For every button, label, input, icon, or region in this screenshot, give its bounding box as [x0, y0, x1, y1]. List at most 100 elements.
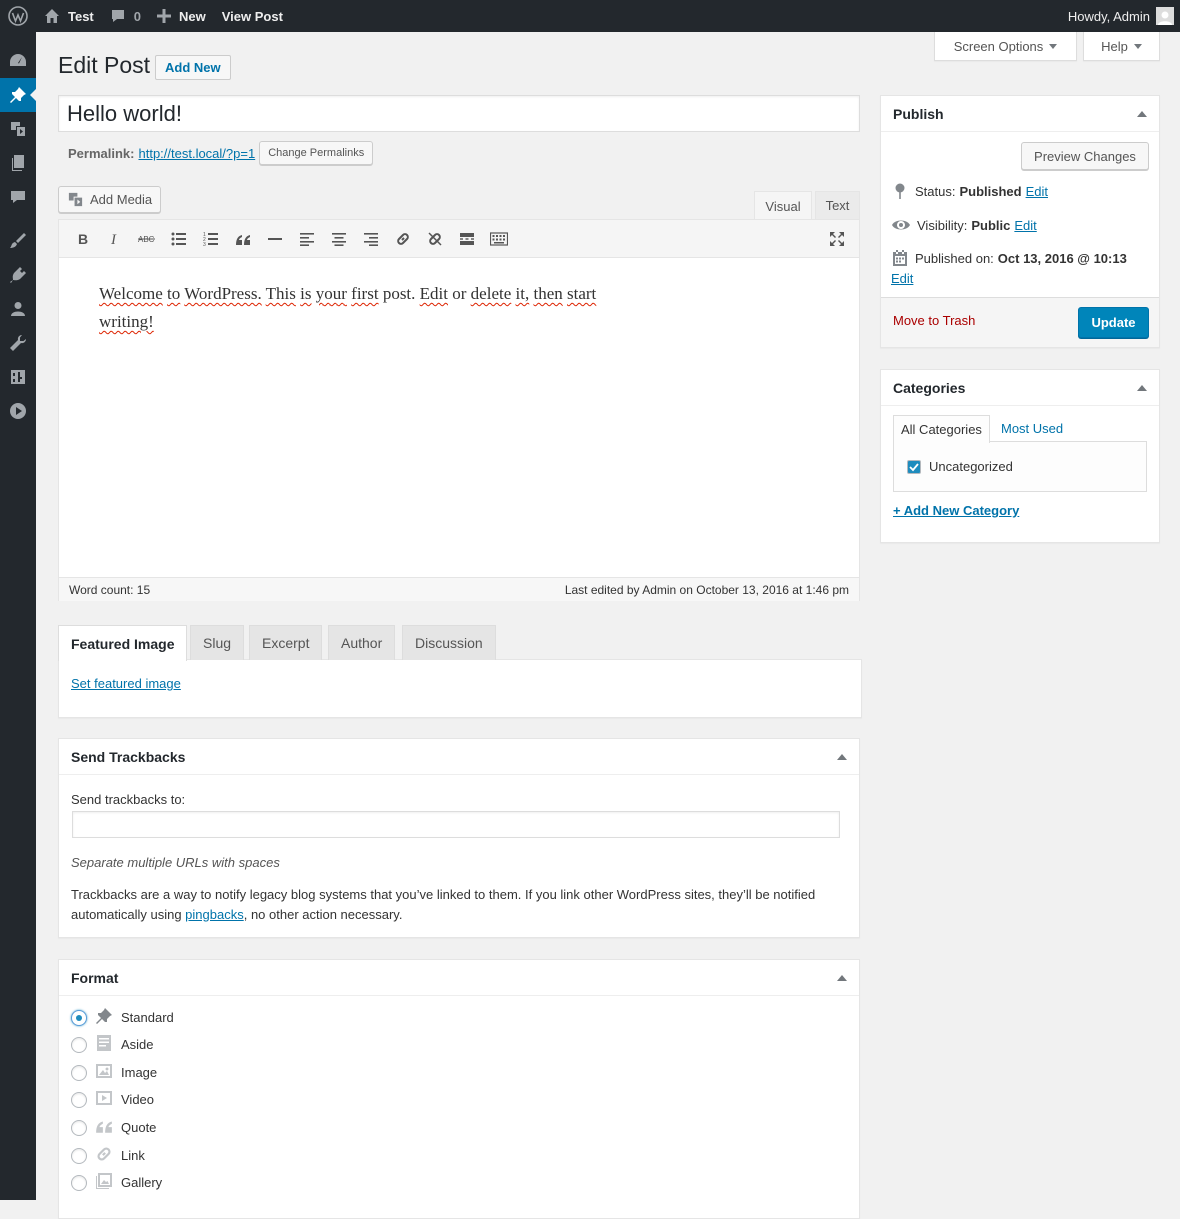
tab-slug[interactable]: Slug	[190, 625, 245, 660]
read-more-button[interactable]	[451, 224, 483, 254]
menu-posts[interactable]	[0, 78, 36, 112]
format-radio[interactable]	[71, 1009, 87, 1026]
send-trackbacks-header[interactable]: Send Trackbacks	[59, 739, 859, 775]
view-post-label: View Post	[221, 8, 283, 24]
format-radio[interactable]	[71, 1091, 87, 1108]
format-option-link[interactable]: Link	[71, 1145, 145, 1166]
menu-pages[interactable]	[0, 146, 36, 180]
collapse-arrow-icon[interactable]	[1137, 110, 1147, 117]
numbered-list-button[interactable]: 123	[195, 224, 227, 254]
tab-text[interactable]: Text	[815, 191, 860, 219]
publish-header[interactable]: Publish	[881, 96, 1159, 132]
editor-content[interactable]: Welcome to WordPress. This is your first…	[59, 258, 859, 577]
content-word: first	[351, 284, 379, 303]
status-value: Published	[959, 183, 1022, 199]
align-right-button[interactable]	[355, 224, 387, 254]
fullscreen-button[interactable]	[821, 224, 853, 254]
collapse-arrow-icon[interactable]	[837, 974, 847, 981]
menu-collapse[interactable]	[0, 394, 36, 428]
insert-link-button[interactable]	[387, 224, 419, 254]
post-title-input[interactable]: Hello world!	[58, 95, 860, 132]
category-checkbox[interactable]	[907, 459, 921, 474]
format-radio[interactable]	[71, 1147, 87, 1164]
plugin-icon	[10, 267, 26, 283]
add-media-button[interactable]: Add Media	[58, 186, 162, 213]
strikethrough-button[interactable]: ABC	[131, 224, 163, 254]
categories-header[interactable]: Categories	[881, 370, 1159, 406]
format-option-video[interactable]: Video	[71, 1089, 154, 1110]
format-option-aside[interactable]: Aside	[71, 1034, 154, 1055]
post-editor: B I ABC 123 Welcome to WordPress. This i…	[58, 219, 860, 601]
menu-settings[interactable]	[0, 360, 36, 394]
format-radio[interactable]	[71, 1174, 87, 1191]
format-label: Quote	[121, 1120, 157, 1135]
view-post-link[interactable]: View Post	[214, 0, 291, 32]
format-radio[interactable]	[71, 1119, 87, 1136]
eye-icon	[892, 220, 910, 230]
format-radio[interactable]	[71, 1036, 87, 1053]
my-account-menu[interactable]: Howdy, Admin	[1060, 0, 1180, 32]
tab-excerpt[interactable]: Excerpt	[249, 625, 323, 660]
align-left-icon	[300, 232, 314, 246]
align-center-icon	[332, 232, 346, 246]
chevron-down-icon	[1049, 43, 1058, 49]
edit-published-date-link[interactable]: Edit	[891, 271, 913, 286]
update-button[interactable]: Update	[1078, 307, 1149, 338]
wordpress-logo-icon[interactable]	[0, 0, 36, 32]
menu-users[interactable]	[0, 292, 36, 326]
format-option-quote[interactable]: Quote	[71, 1117, 156, 1138]
site-name-link[interactable]: Test	[36, 0, 102, 32]
format-header[interactable]: Format	[59, 960, 859, 996]
format-radio[interactable]	[71, 1064, 87, 1081]
menu-comments[interactable]	[0, 180, 36, 214]
format-option-standard[interactable]: Standard	[71, 1007, 174, 1028]
send-trackbacks-title: Send Trackbacks	[71, 748, 186, 765]
change-permalinks-button[interactable]: Change Permalinks	[259, 141, 374, 165]
bulleted-list-button[interactable]	[163, 224, 195, 254]
format-option-gallery[interactable]: Gallery	[71, 1172, 162, 1193]
category-item[interactable]: Uncategorized	[907, 459, 1013, 474]
permalink-link[interactable]: http://test.local/?p=1	[138, 146, 255, 161]
screen-options-button[interactable]: Screen Options	[934, 32, 1077, 61]
add-new-category-link[interactable]: + Add New Category	[893, 503, 1019, 518]
bold-button[interactable]: B	[67, 224, 99, 254]
align-center-button[interactable]	[323, 224, 355, 254]
preview-changes-button[interactable]: Preview Changes	[1021, 142, 1149, 170]
tab-discussion[interactable]: Discussion	[402, 625, 496, 660]
tab-most-used[interactable]: Most Used	[994, 415, 1070, 442]
move-to-trash-link[interactable]: Move to Trash	[893, 313, 975, 328]
menu-media[interactable]	[0, 112, 36, 146]
help-button[interactable]: Help	[1083, 32, 1160, 61]
tab-featured-image[interactable]: Featured Image	[58, 625, 188, 661]
remove-link-button[interactable]	[419, 224, 451, 254]
pages-icon	[12, 155, 24, 171]
tab-author[interactable]: Author	[328, 625, 396, 660]
menu-dashboard[interactable]	[0, 44, 36, 78]
menu-tools[interactable]	[0, 326, 36, 360]
edit-status-link[interactable]: Edit	[1026, 184, 1048, 199]
gallery-icon	[95, 1172, 113, 1193]
toolbar-toggle-button[interactable]	[483, 224, 515, 254]
menu-appearance[interactable]	[0, 224, 36, 258]
comments-link[interactable]: 0	[102, 0, 149, 32]
pingbacks-link[interactable]: pingbacks	[185, 907, 244, 922]
new-content-link[interactable]: New	[149, 0, 214, 32]
menu-plugins[interactable]	[0, 258, 36, 292]
collapse-arrow-icon[interactable]	[1137, 384, 1147, 391]
set-featured-image-link[interactable]: Set featured image	[71, 676, 181, 691]
trackbacks-input[interactable]	[72, 811, 840, 838]
numbered-list-icon: 123	[203, 232, 218, 246]
blockquote-button[interactable]	[227, 224, 259, 254]
italic-button[interactable]: I	[99, 224, 131, 254]
align-left-button[interactable]	[291, 224, 323, 254]
collapse-arrow-icon[interactable]	[837, 753, 847, 760]
trackbacks-desc-text: Trackbacks are a way to notify legacy bl…	[71, 887, 816, 922]
tab-visual[interactable]: Visual	[754, 191, 812, 220]
format-option-image[interactable]: Image	[71, 1062, 157, 1083]
edit-visibility-link[interactable]: Edit	[1014, 218, 1036, 233]
horizontal-line-button[interactable]	[259, 224, 291, 254]
tab-all-categories[interactable]: All Categories	[893, 415, 990, 443]
content-word: Edit	[419, 284, 448, 303]
editor-status-bar: Word count: 15 Last edited by Admin on O…	[59, 577, 859, 601]
add-new-button[interactable]: Add New	[155, 55, 231, 80]
